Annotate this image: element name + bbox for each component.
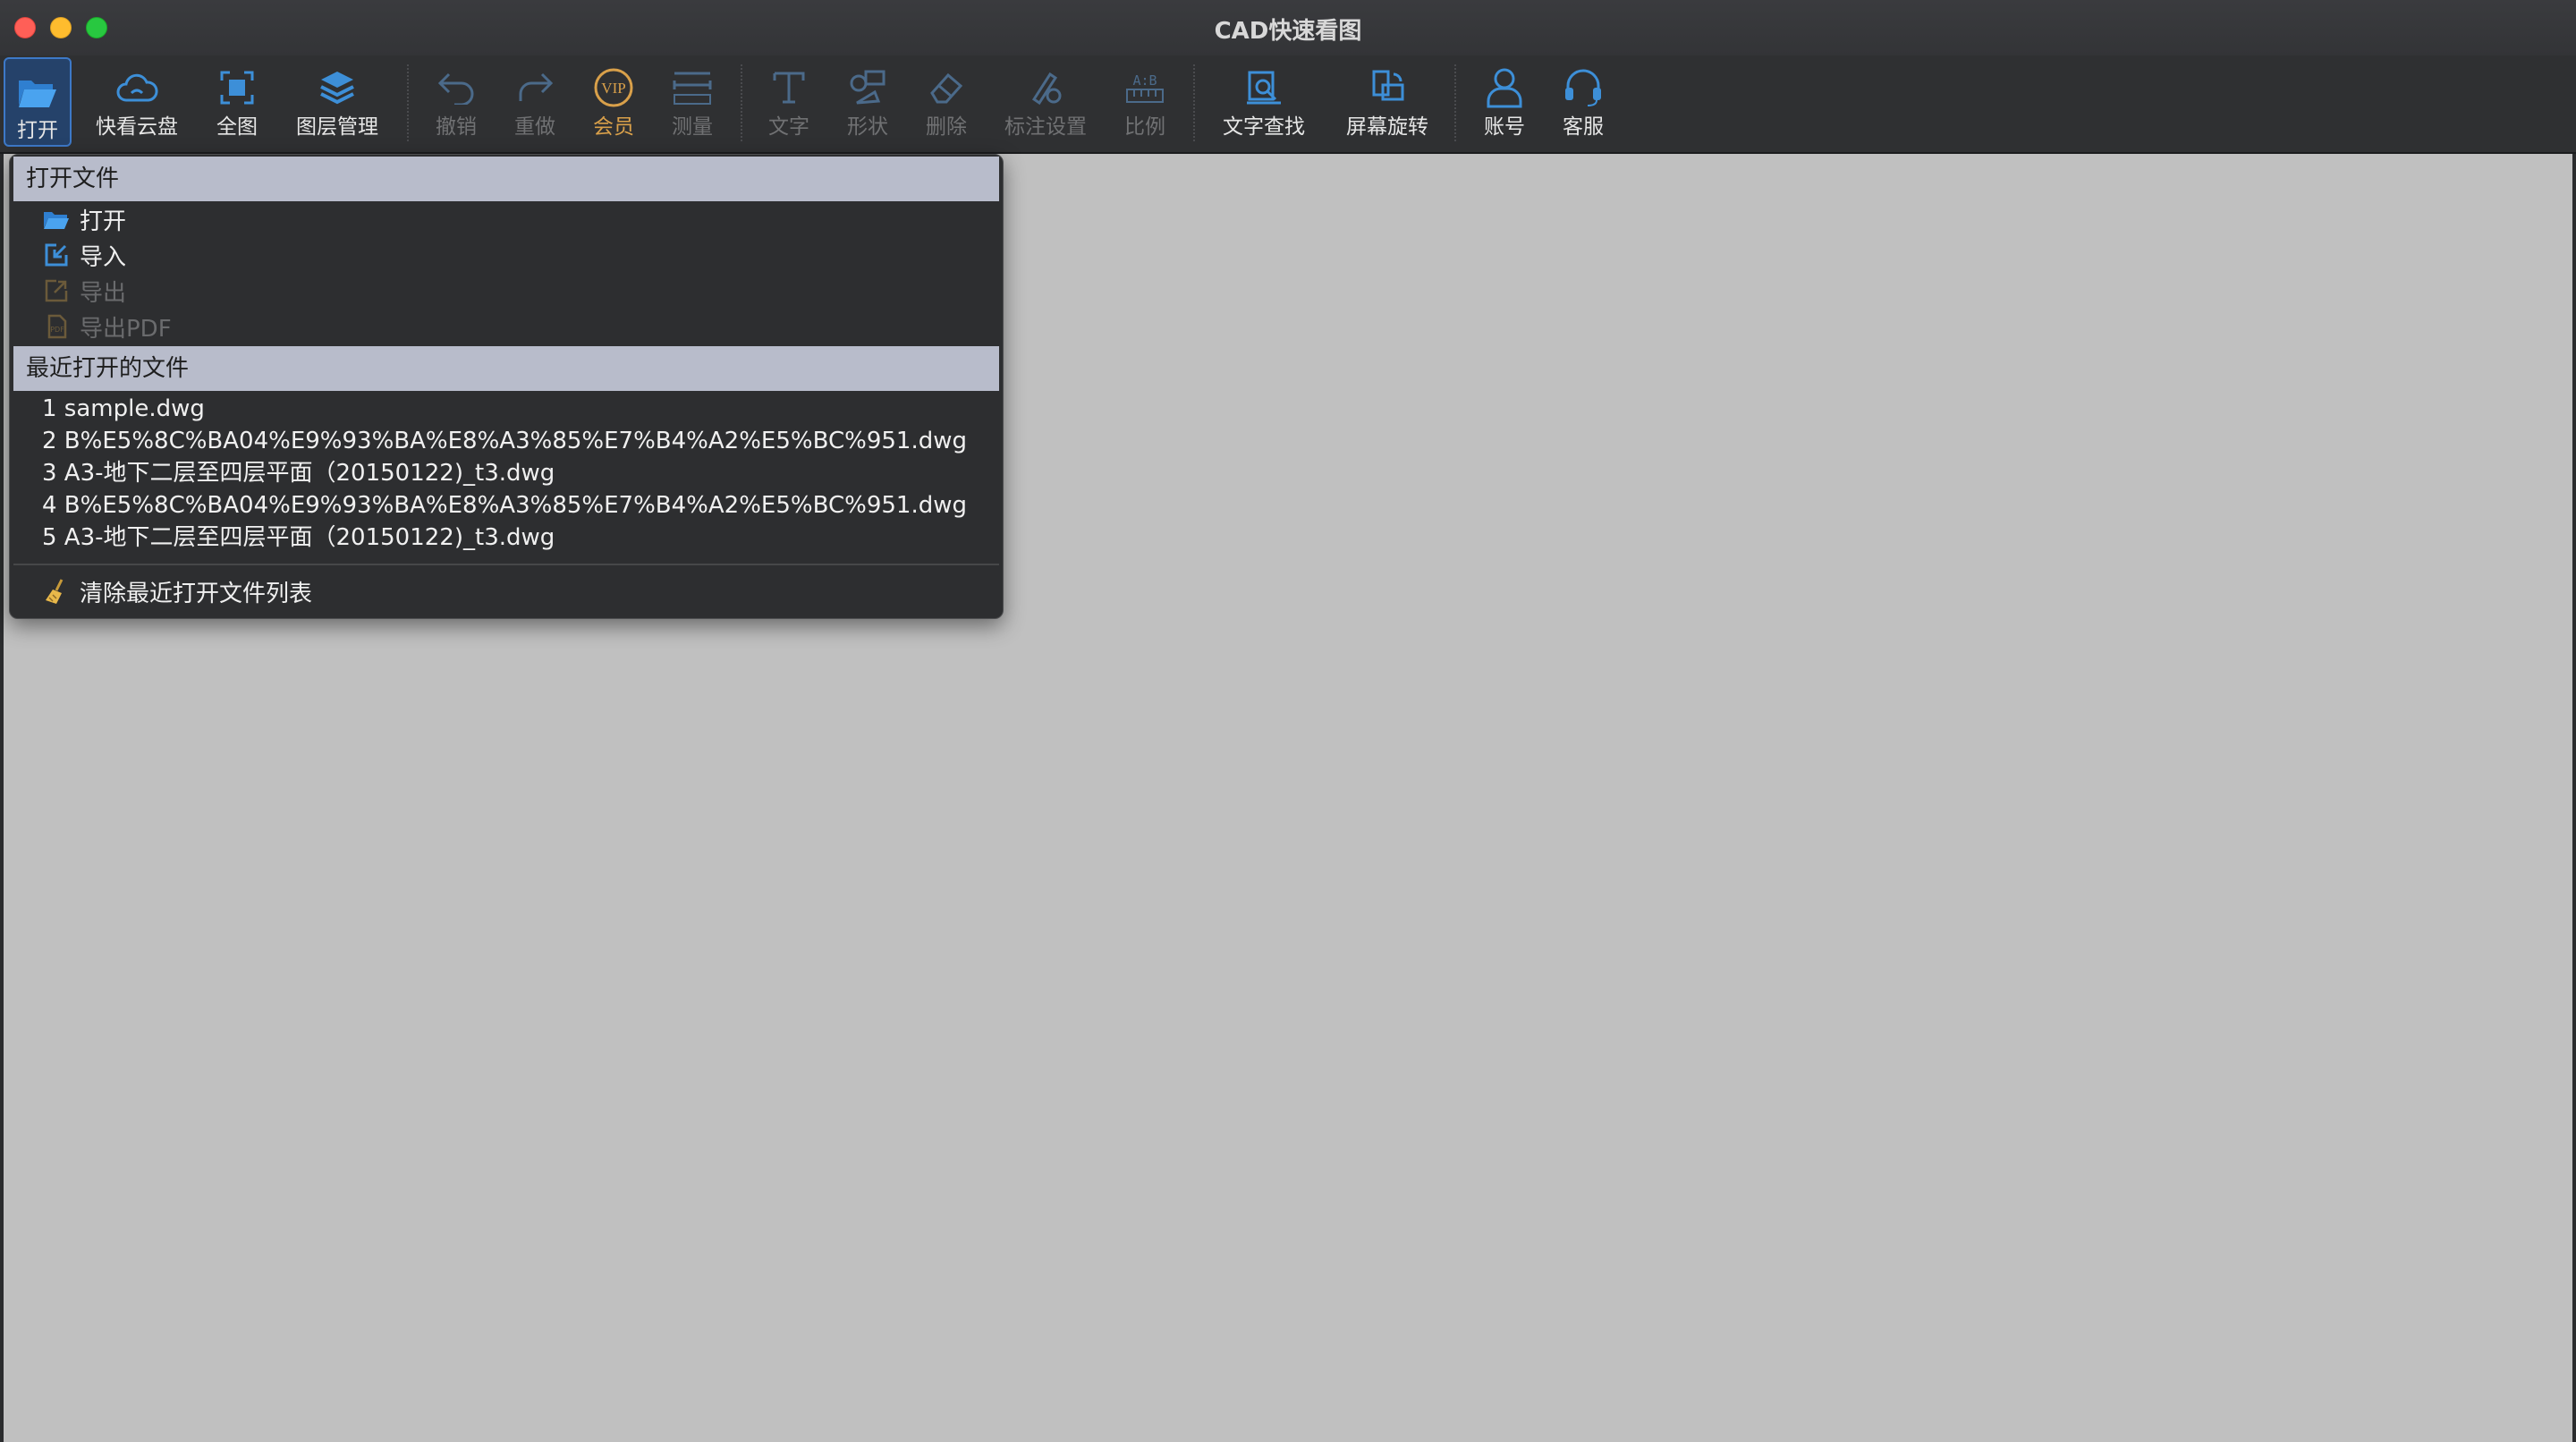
full-view-button[interactable]: 全图 bbox=[208, 55, 267, 148]
layer-manager-label: 图层管理 bbox=[296, 115, 378, 139]
menu-item-open[interactable]: 打开 bbox=[42, 201, 126, 237]
account-label: 账号 bbox=[1484, 115, 1525, 139]
scale-ratio-icon: A:B bbox=[1123, 61, 1166, 115]
undo-button[interactable]: 撤销 bbox=[424, 55, 488, 148]
clear-recent-files-item[interactable]: 清除最近打开文件列表 bbox=[42, 573, 312, 609]
redo-icon bbox=[515, 61, 555, 115]
recent-file-item[interactable]: 4 B%E5%8C%BA04%E9%93%BA%E8%A3%85%E7%B4%A… bbox=[42, 489, 967, 522]
menu-item-import[interactable]: 导入 bbox=[42, 237, 126, 273]
open-file-menu: 打开文件 打开 导入 导出 PDF 导出PDF 最近打开的文件 1 sample… bbox=[9, 154, 1004, 619]
text-search-label: 文字查找 bbox=[1223, 115, 1305, 139]
redo-button[interactable]: 重做 bbox=[503, 55, 567, 148]
open-label: 打开 bbox=[17, 119, 58, 142]
clear-recent-files-label: 清除最近打开文件列表 bbox=[80, 580, 313, 607]
menu-divider bbox=[13, 564, 999, 565]
support-button[interactable]: 客服 bbox=[1551, 55, 1615, 148]
vip-label: 会员 bbox=[593, 115, 634, 139]
toolbar-separator bbox=[407, 64, 410, 141]
recent-file-item[interactable]: 1 sample.dwg bbox=[42, 393, 205, 425]
menu-item-export-pdf-label: 导出PDF bbox=[80, 315, 172, 343]
full-view-label: 全图 bbox=[216, 115, 258, 139]
menu-item-export[interactable]: 导出 bbox=[42, 273, 126, 309]
folder-open-icon bbox=[42, 205, 71, 233]
annotation-settings-label: 标注设置 bbox=[1004, 115, 1087, 139]
export-icon bbox=[42, 276, 71, 305]
text-tool-icon bbox=[771, 61, 807, 115]
recent-file-item[interactable]: 3 A3-地下二层至四层平面（20150122)_t3.dwg bbox=[42, 457, 555, 489]
menu-item-export-pdf[interactable]: PDF 导出PDF bbox=[42, 309, 172, 344]
headset-icon bbox=[1563, 61, 1604, 115]
folder-open-icon bbox=[17, 64, 58, 118]
support-label: 客服 bbox=[1563, 115, 1604, 139]
rotate-screen-icon bbox=[1368, 61, 1406, 115]
menu-item-export-label: 导出 bbox=[80, 279, 127, 307]
rotate-screen-label: 屏幕旋转 bbox=[1346, 115, 1428, 139]
text-search-button[interactable]: 文字查找 bbox=[1213, 55, 1315, 148]
shape-label: 形状 bbox=[847, 115, 888, 139]
cloud-icon bbox=[115, 61, 158, 115]
cloud-drive-button[interactable]: 快看云盘 bbox=[88, 55, 186, 148]
scale-button[interactable]: A:B 比例 bbox=[1113, 55, 1177, 148]
menu-section-recent-files: 最近打开的文件 bbox=[13, 346, 999, 391]
recent-file-item[interactable]: 5 A3-地下二层至四层平面（20150122)_t3.dwg bbox=[42, 522, 555, 554]
vip-icon: VIP bbox=[593, 61, 634, 115]
text-label: 文字 bbox=[768, 115, 809, 139]
toolbar-separator bbox=[1193, 64, 1196, 141]
import-icon bbox=[42, 241, 71, 269]
pdf-icon: PDF bbox=[42, 312, 71, 341]
menu-section-open-file: 打开文件 bbox=[13, 157, 999, 201]
window-title: CAD快速看图 bbox=[1214, 18, 1362, 45]
recent-file-item[interactable]: 2 B%E5%8C%BA04%E9%93%BA%E8%A3%85%E7%B4%A… bbox=[42, 425, 967, 457]
eraser-icon bbox=[927, 61, 966, 115]
toolbar-separator bbox=[741, 64, 743, 141]
text-search-icon bbox=[1245, 61, 1283, 115]
delete-button[interactable]: 删除 bbox=[914, 55, 979, 148]
shape-button[interactable]: 形状 bbox=[835, 55, 900, 148]
annotation-settings-button[interactable]: 标注设置 bbox=[995, 55, 1097, 148]
account-button[interactable]: 账号 bbox=[1472, 55, 1537, 148]
menu-item-import-label: 导入 bbox=[80, 243, 127, 271]
menu-item-open-label: 打开 bbox=[80, 208, 127, 235]
pen-settings-icon bbox=[1027, 61, 1064, 115]
user-icon bbox=[1486, 61, 1523, 115]
scale-label: 比例 bbox=[1124, 115, 1165, 139]
redo-label: 重做 bbox=[514, 115, 555, 139]
layers-icon bbox=[318, 61, 356, 115]
broom-icon bbox=[42, 577, 71, 606]
svg-text:A:B: A:B bbox=[1132, 72, 1157, 89]
vip-button[interactable]: VIP 会员 bbox=[581, 55, 646, 148]
fit-screen-icon bbox=[219, 61, 255, 115]
text-button[interactable]: 文字 bbox=[757, 55, 821, 148]
delete-label: 删除 bbox=[926, 115, 967, 139]
ruler-icon bbox=[672, 61, 713, 115]
open-button[interactable]: 打开 bbox=[4, 57, 72, 147]
svg-text:VIP: VIP bbox=[601, 80, 625, 97]
toolbar-separator bbox=[1454, 64, 1457, 141]
toolbar: 打开 快看云盘 全图 图层管理 撤销 重做 VIP 会员 测量 文字 形状 删除… bbox=[0, 55, 2576, 154]
measure-label: 测量 bbox=[672, 115, 713, 139]
title-bar: CAD快速看图 bbox=[0, 0, 2576, 56]
measure-button[interactable]: 测量 bbox=[660, 55, 724, 148]
svg-text:PDF: PDF bbox=[50, 326, 64, 334]
shape-tool-icon bbox=[848, 61, 887, 115]
layer-manager-button[interactable]: 图层管理 bbox=[288, 55, 386, 148]
undo-icon bbox=[436, 61, 476, 115]
rotate-screen-button[interactable]: 屏幕旋转 bbox=[1336, 55, 1438, 148]
cloud-drive-label: 快看云盘 bbox=[96, 115, 178, 139]
undo-label: 撤销 bbox=[436, 115, 477, 139]
